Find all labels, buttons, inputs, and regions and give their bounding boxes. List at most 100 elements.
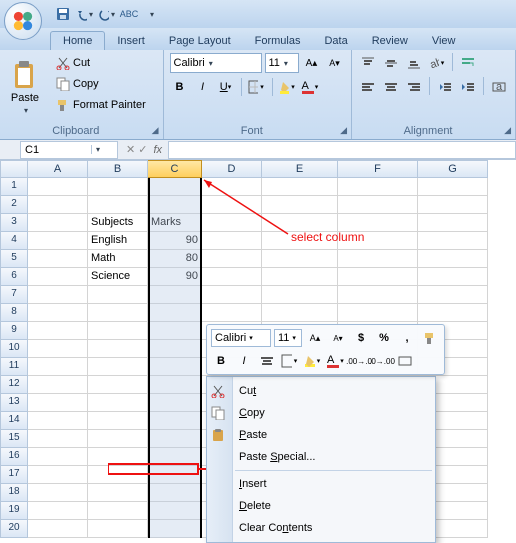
cell-E1[interactable] (262, 178, 338, 196)
ctx-paste[interactable]: Paste (207, 424, 435, 446)
ctx-cut[interactable]: Cut (207, 380, 435, 402)
underline-button[interactable]: U▾ (216, 77, 236, 97)
cell-C15[interactable] (148, 430, 202, 448)
cell-C6[interactable]: 90 (148, 268, 202, 286)
dialog-launcher-alignment[interactable]: ◢ (504, 125, 511, 136)
font-size-combo[interactable]: 11▾ (265, 53, 299, 73)
cell-C13[interactable] (148, 394, 202, 412)
cell-A8[interactable] (28, 304, 88, 322)
cancel-formula-icon[interactable]: ✕ (126, 143, 135, 156)
cell-A2[interactable] (28, 196, 88, 214)
mini-bold[interactable]: B (211, 351, 231, 371)
decrease-font-button[interactable]: A▾ (325, 53, 345, 73)
cell-A18[interactable] (28, 484, 88, 502)
cell-E3[interactable] (262, 214, 338, 232)
paste-button[interactable]: Paste ▾ (6, 53, 44, 121)
mini-borders[interactable]: ▾ (280, 351, 300, 371)
row-header-8[interactable]: 8 (0, 304, 28, 322)
cell-B13[interactable] (88, 394, 148, 412)
cell-B14[interactable] (88, 412, 148, 430)
fx-label[interactable]: fx (153, 144, 162, 156)
mini-increase-font[interactable]: A▴ (305, 328, 325, 348)
cell-E8[interactable] (262, 304, 338, 322)
align-center-button[interactable] (381, 77, 401, 97)
cell-C17[interactable] (148, 466, 202, 484)
save-button[interactable] (54, 5, 72, 23)
cell-G7[interactable] (418, 286, 488, 304)
name-box[interactable]: ▾ (20, 141, 118, 159)
cell-E2[interactable] (262, 196, 338, 214)
cell-B20[interactable] (88, 520, 148, 538)
column-header-C[interactable]: C (148, 160, 202, 178)
cell-B6[interactable]: Science (88, 268, 148, 286)
row-header-12[interactable]: 12 (0, 376, 28, 394)
cell-A5[interactable] (28, 250, 88, 268)
cell-B16[interactable] (88, 448, 148, 466)
decrease-indent-button[interactable] (435, 77, 455, 97)
cell-B12[interactable] (88, 376, 148, 394)
cell-B9[interactable] (88, 322, 148, 340)
tab-view[interactable]: View (420, 32, 468, 50)
column-header-D[interactable]: D (202, 160, 262, 178)
column-header-B[interactable]: B (88, 160, 148, 178)
ctx-clear-contents[interactable]: Clear Contents (207, 517, 435, 539)
cell-G3[interactable] (418, 214, 488, 232)
cell-D2[interactable] (202, 196, 262, 214)
cell-B17[interactable] (88, 466, 148, 484)
cell-D7[interactable] (202, 286, 262, 304)
spellcheck-button[interactable]: ABC (120, 5, 138, 23)
align-middle-button[interactable] (381, 53, 401, 73)
cell-C10[interactable] (148, 340, 202, 358)
cell-G5[interactable] (418, 250, 488, 268)
cell-D5[interactable] (202, 250, 262, 268)
cell-F3[interactable] (338, 214, 418, 232)
select-all-corner[interactable] (0, 160, 28, 178)
mini-align-center[interactable] (257, 351, 277, 371)
cell-F6[interactable] (338, 268, 418, 286)
cell-C19[interactable] (148, 502, 202, 520)
font-name-combo[interactable]: Calibri▾ (170, 53, 262, 73)
row-header-13[interactable]: 13 (0, 394, 28, 412)
cell-C7[interactable] (148, 286, 202, 304)
cell-A6[interactable] (28, 268, 88, 286)
mini-increase-decimal[interactable]: .0→.00 (372, 351, 392, 371)
mini-comma[interactable]: , (397, 328, 417, 348)
cell-C16[interactable] (148, 448, 202, 466)
cell-B10[interactable] (88, 340, 148, 358)
row-header-15[interactable]: 15 (0, 430, 28, 448)
cut-button[interactable]: Cut (52, 53, 150, 73)
cell-A11[interactable] (28, 358, 88, 376)
row-header-11[interactable]: 11 (0, 358, 28, 376)
cell-D8[interactable] (202, 304, 262, 322)
cell-A1[interactable] (28, 178, 88, 196)
cell-C1[interactable] (148, 178, 202, 196)
cell-G8[interactable] (418, 304, 488, 322)
cell-A20[interactable] (28, 520, 88, 538)
cell-B19[interactable] (88, 502, 148, 520)
office-button[interactable] (4, 2, 42, 40)
row-header-2[interactable]: 2 (0, 196, 28, 214)
column-header-G[interactable]: G (418, 160, 488, 178)
cell-E7[interactable] (262, 286, 338, 304)
tab-data[interactable]: Data (312, 32, 359, 50)
tab-page-layout[interactable]: Page Layout (157, 32, 243, 50)
cell-B3[interactable]: Subjects (88, 214, 148, 232)
cell-B2[interactable] (88, 196, 148, 214)
cell-A15[interactable] (28, 430, 88, 448)
borders-button[interactable]: ▾ (247, 77, 267, 97)
align-right-button[interactable] (404, 77, 424, 97)
mini-merge[interactable] (395, 351, 415, 371)
mini-fill-color[interactable]: ▾ (303, 351, 323, 371)
row-header-6[interactable]: 6 (0, 268, 28, 286)
cell-C20[interactable] (148, 520, 202, 538)
wrap-text-button[interactable] (458, 53, 478, 73)
cell-C2[interactable] (148, 196, 202, 214)
italic-button[interactable]: I (193, 77, 213, 97)
cell-A7[interactable] (28, 286, 88, 304)
cell-A9[interactable] (28, 322, 88, 340)
cell-D3[interactable] (202, 214, 262, 232)
tab-insert[interactable]: Insert (105, 32, 157, 50)
cell-A4[interactable] (28, 232, 88, 250)
cell-F8[interactable] (338, 304, 418, 322)
cell-A3[interactable] (28, 214, 88, 232)
